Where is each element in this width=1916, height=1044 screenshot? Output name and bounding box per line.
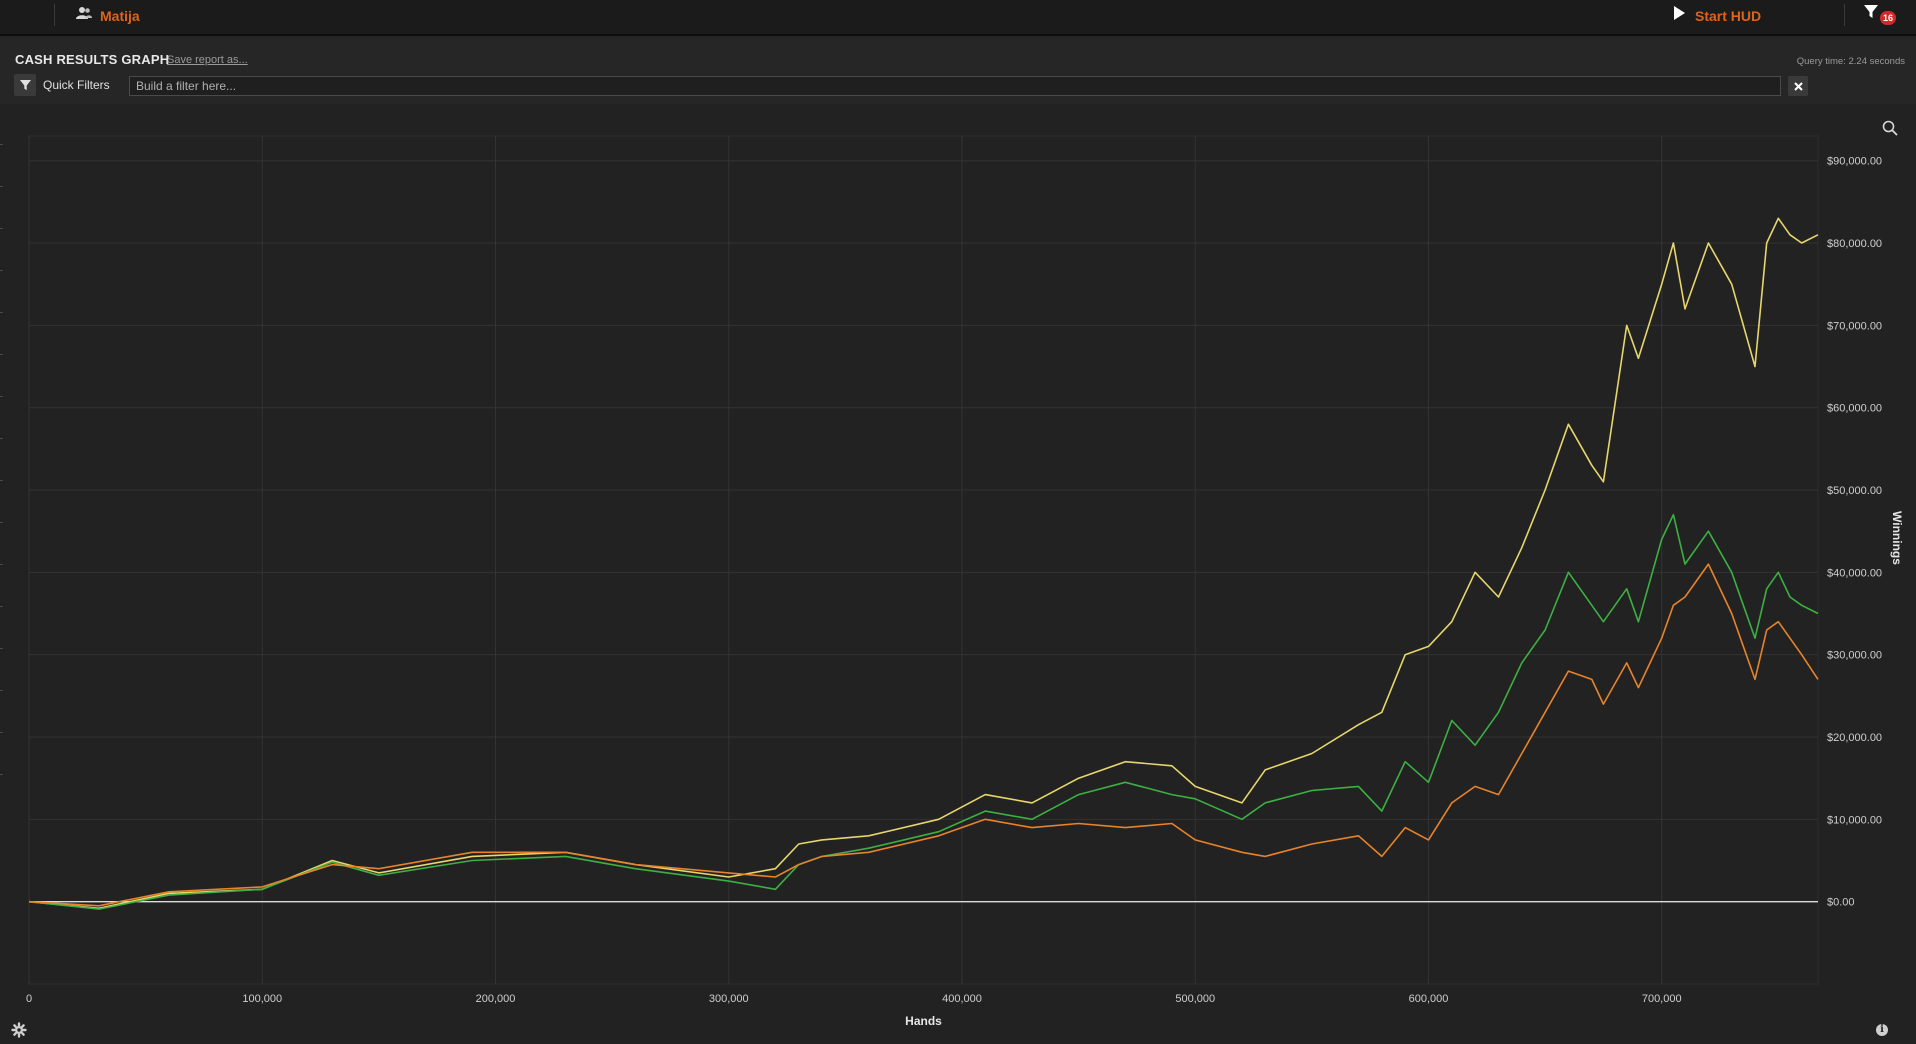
x-tick-label: 600,000 <box>1409 993 1449 1005</box>
y-tick-label: $50,000.00 <box>1827 485 1882 497</box>
x-tick-label: 400,000 <box>942 993 982 1005</box>
x-tick-label: 200,000 <box>476 993 516 1005</box>
page-title: CASH RESULTS GRAPH <box>15 52 170 67</box>
info-icon[interactable]: i <box>1876 1024 1888 1036</box>
user-menu[interactable]: Matija <box>76 6 140 25</box>
plot-frame <box>28 135 1819 985</box>
filter-icon <box>1864 5 1878 23</box>
top-bar: Matija Start HUD 16 <box>0 0 1916 36</box>
y-tick-label: $10,000.00 <box>1827 814 1882 826</box>
y-tick-label: $60,000.00 <box>1827 403 1882 415</box>
clear-filter-button[interactable] <box>1788 76 1808 96</box>
x-tick-label: 0 <box>26 993 32 1005</box>
x-axis-label: Hands <box>905 1014 942 1028</box>
users-icon <box>76 6 92 25</box>
play-icon <box>1674 6 1685 25</box>
x-tick-label: 700,000 <box>1642 993 1682 1005</box>
gear-icon[interactable] <box>11 1022 27 1043</box>
series-line-2 <box>28 513 1819 910</box>
quick-filters-toggle[interactable] <box>14 74 36 96</box>
x-tick-label: 100,000 <box>242 993 282 1005</box>
active-filters-button[interactable]: 16 <box>1864 5 1898 25</box>
y-tick-label: $80,000.00 <box>1827 238 1882 250</box>
series-line-1 <box>28 217 1819 910</box>
zoom-icon[interactable] <box>1882 120 1898 141</box>
start-hud-label: Start HUD <box>1695 7 1762 24</box>
start-hud-button[interactable]: Start HUD <box>1674 6 1761 25</box>
results-chart[interactable]: 0 100,000 200,000 300,000 400,000 500,000 600,… <box>0 104 1916 1044</box>
y-axis-label: Winnings <box>1890 511 1904 565</box>
user-name: Matija <box>100 7 140 24</box>
series-line-3 <box>28 563 1819 907</box>
divider <box>54 4 55 26</box>
filter-icon <box>19 79 31 90</box>
query-time: Query time: 2.24 seconds <box>1796 56 1905 67</box>
y-tick-label: $70,000.00 <box>1827 320 1882 332</box>
y-tick-label: $30,000.00 <box>1827 650 1882 662</box>
filter-builder-input[interactable] <box>129 76 1781 96</box>
x-tick-label: 300,000 <box>709 993 749 1005</box>
save-report-link[interactable]: Save report as... <box>167 54 248 66</box>
y-tick-label: $40,000.00 <box>1827 567 1882 579</box>
y-tick-label: $0.00 <box>1827 897 1855 909</box>
divider <box>1844 4 1845 26</box>
close-icon <box>1793 81 1803 91</box>
x-tick-label: 500,000 <box>1175 993 1215 1005</box>
filter-count-badge: 16 <box>1880 11 1896 25</box>
y-tick-label: $90,000.00 <box>1827 156 1882 168</box>
y-tick-label: $20,000.00 <box>1827 732 1882 744</box>
quick-filters-bar: Quick Filters <box>14 74 1904 98</box>
quick-filters-label: Quick Filters <box>43 78 110 92</box>
